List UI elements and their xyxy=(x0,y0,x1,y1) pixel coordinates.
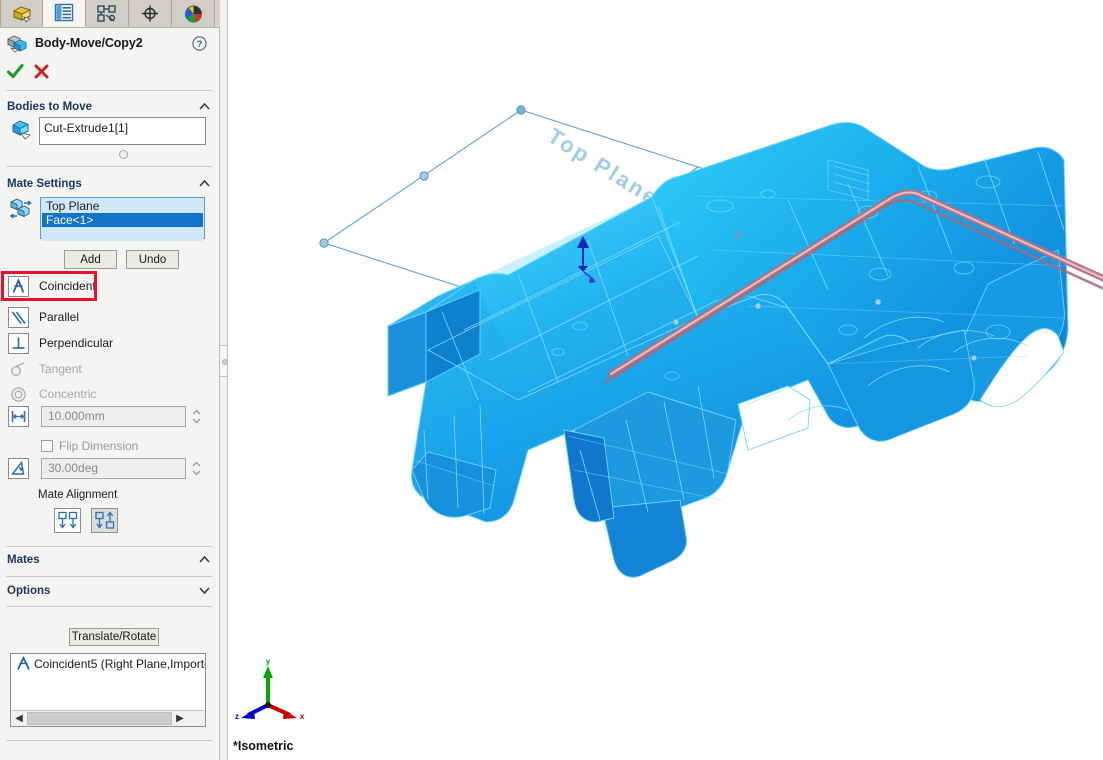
chevron-down-icon xyxy=(198,584,211,597)
mate-entities-icon xyxy=(9,197,33,226)
divider xyxy=(6,576,212,577)
view-orientation-label: *Isometric xyxy=(233,739,293,753)
divider xyxy=(6,90,212,91)
manager-tab-strip xyxy=(0,0,220,28)
solid-body-icon xyxy=(10,118,34,145)
confirm-row xyxy=(0,60,220,86)
configuration-icon xyxy=(97,4,117,23)
distance-value-field[interactable]: 10.000mm xyxy=(41,406,186,427)
concentric-mate-icon xyxy=(8,384,29,405)
mate-type-tangent[interactable]: Tangent xyxy=(8,357,208,381)
divider xyxy=(6,740,212,741)
section-header-label: Mate Settings xyxy=(7,178,82,190)
angle-mate-icon xyxy=(8,458,29,479)
mate-type-parallel[interactable]: Parallel xyxy=(8,305,208,329)
chevron-up-icon xyxy=(198,100,211,113)
property-manager-title-row: Body-Move/Copy2 xyxy=(0,30,220,56)
chevron-up-icon xyxy=(198,553,211,566)
mates-list-box[interactable]: Coincident5 (Right Plane,Importe ◀ ▶ xyxy=(10,653,206,727)
panel-splitter-handle[interactable] xyxy=(220,345,228,377)
plane-handle[interactable] xyxy=(320,239,328,247)
page-title: Body-Move/Copy2 xyxy=(35,36,143,50)
flip-dimension-label: Flip Dimension xyxy=(59,439,138,453)
add-button[interactable]: Add xyxy=(64,250,117,269)
view-triad: y x z xyxy=(234,657,308,726)
divider xyxy=(6,166,212,167)
dimxpert-manager-tab[interactable] xyxy=(129,0,172,27)
bodies-to-move-selection-box[interactable]: Cut-Extrude1[1] xyxy=(39,117,206,145)
divider xyxy=(6,546,212,547)
distance-mate-icon xyxy=(8,406,29,427)
color-sphere-icon xyxy=(183,4,204,24)
mate-aligned-icon xyxy=(58,511,78,530)
mate-selection-item[interactable]: Face<1> xyxy=(42,213,203,227)
display-manager-tab[interactable] xyxy=(172,0,215,27)
svg-text:?: ? xyxy=(197,39,203,50)
mate-type-concentric[interactable]: Concentric xyxy=(8,382,208,406)
parallel-mate-icon xyxy=(8,307,29,328)
panel-splitter[interactable] xyxy=(220,0,228,760)
crosshair-target-icon xyxy=(140,4,160,23)
anti-aligned-button[interactable] xyxy=(91,508,118,533)
section-header-label: Mates xyxy=(7,554,40,566)
scroll-thumb[interactable] xyxy=(27,712,172,725)
mate-row-label: Coincident5 (Right Plane,Importe xyxy=(34,657,206,671)
graphics-viewport[interactable]: Top Plane xyxy=(228,0,1103,760)
angle-value-field[interactable]: 30.00deg xyxy=(41,458,186,479)
coincident-highlight-box xyxy=(1,271,97,301)
chevron-left-icon[interactable]: ◀ xyxy=(11,711,27,726)
model-graphics: Top Plane xyxy=(228,0,1103,760)
distance-spinner[interactable] xyxy=(190,406,203,427)
property-list-icon xyxy=(54,3,74,22)
section-header-label: Bodies to Move xyxy=(7,101,92,113)
mate-anti-aligned-icon xyxy=(95,511,115,530)
triad-z-label: z xyxy=(235,712,239,721)
section-mate-settings[interactable]: Mate Settings xyxy=(0,174,220,194)
list-item[interactable]: Cut-Extrude1[1] xyxy=(40,121,205,135)
section-header-label: Options xyxy=(7,585,50,597)
aligned-button[interactable] xyxy=(54,508,81,533)
plane-handle[interactable] xyxy=(517,106,525,114)
resize-grip[interactable] xyxy=(119,150,128,159)
list-item[interactable]: Coincident5 (Right Plane,Importe xyxy=(11,654,205,674)
divider xyxy=(6,606,212,607)
flip-dimension-checkbox-row[interactable]: Flip Dimension xyxy=(41,439,138,453)
plane-handle[interactable] xyxy=(420,172,428,180)
mate-alignment-label: Mate Alignment xyxy=(38,489,117,501)
red-x-icon[interactable] xyxy=(33,63,50,85)
perpendicular-mate-icon xyxy=(8,333,29,354)
section-options[interactable]: Options xyxy=(0,581,220,601)
mate-type-label: Parallel xyxy=(39,310,79,324)
mate-type-label: Tangent xyxy=(39,362,82,376)
angle-spinner[interactable] xyxy=(190,458,203,479)
move-copy-body-icon xyxy=(6,33,28,53)
translate-rotate-button[interactable]: Translate/Rotate xyxy=(69,628,159,646)
yellow-feature-icon xyxy=(11,4,33,24)
green-check-icon[interactable] xyxy=(6,62,25,86)
help-question-icon[interactable]: ? xyxy=(192,36,207,51)
mate-type-label: Concentric xyxy=(39,387,96,401)
mate-type-perpendicular[interactable]: Perpendicular xyxy=(8,331,208,355)
section-bodies-to-move[interactable]: Bodies to Move xyxy=(0,97,220,117)
property-manager-tab[interactable] xyxy=(43,0,86,27)
mate-selection-item[interactable] xyxy=(42,227,203,241)
feature-manager-tab[interactable] xyxy=(0,0,43,27)
chevron-right-icon[interactable]: ▶ xyxy=(172,711,188,726)
triad-x-label: x xyxy=(300,712,305,721)
tangent-mate-icon xyxy=(8,359,29,380)
mate-type-label: Perpendicular xyxy=(39,336,113,350)
solidworks-window: Body-Move/Copy2 ? Bodies to Mo xyxy=(0,0,1103,760)
undo-button[interactable]: Undo xyxy=(126,250,179,269)
mates-list-horizontal-scrollbar[interactable]: ◀ ▶ xyxy=(11,710,205,726)
flip-dimension-checkbox[interactable] xyxy=(41,440,53,452)
mate-selections-box[interactable]: Top Plane Face<1> xyxy=(40,197,205,239)
triad-y-label: y xyxy=(266,657,271,666)
mate-selection-item[interactable]: Top Plane xyxy=(42,199,203,213)
coincident-mate-icon xyxy=(15,656,32,673)
section-mates[interactable]: Mates xyxy=(0,550,220,570)
configuration-manager-tab[interactable] xyxy=(86,0,129,27)
property-manager-panel: Body-Move/Copy2 ? Bodies to Mo xyxy=(0,0,220,760)
chevron-up-icon xyxy=(198,177,211,190)
